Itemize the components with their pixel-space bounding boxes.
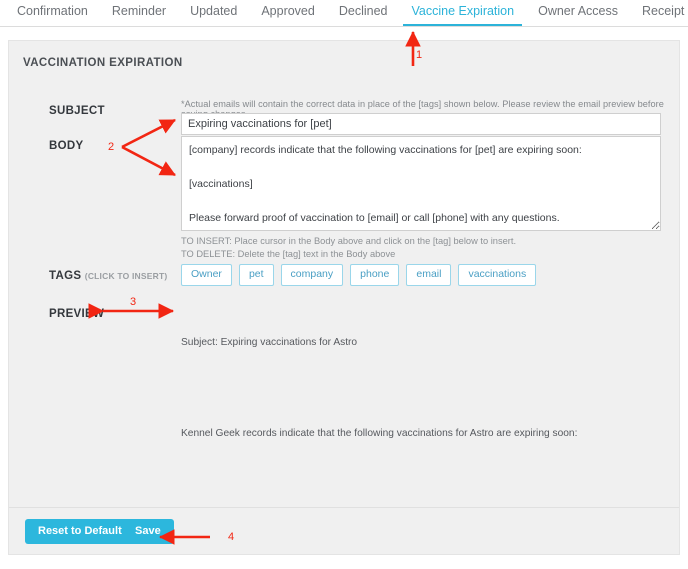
tags-label-hint: (CLICK TO INSERT): [84, 271, 168, 281]
body-instruction-insert: TO INSERT: Place cursor in the Body abov…: [181, 236, 517, 246]
preview-spacer: [181, 383, 659, 394]
annotation-1-number: 1: [416, 49, 423, 61]
save-button[interactable]: Save: [122, 519, 174, 544]
tags-label-text: TAGS: [49, 270, 82, 282]
panel-footer: Reset to Default Save: [9, 507, 679, 554]
body-label: BODY: [49, 140, 84, 152]
preview-spacer: [181, 474, 659, 485]
tab-declined[interactable]: Declined: [328, 0, 399, 25]
tag-owner[interactable]: Owner: [181, 264, 232, 286]
tab-receipt[interactable]: Receipt: [631, 0, 688, 25]
page-title: VACCINATION EXPIRATION: [23, 57, 183, 69]
tag-email[interactable]: email: [406, 264, 452, 286]
annotation-4-number: 4: [228, 531, 235, 543]
tag-company[interactable]: company: [280, 264, 344, 286]
annotation-2-number: 2: [108, 141, 115, 153]
subject-label: SUBJECT: [49, 105, 105, 117]
tag-list: Owner pet company phone email vaccinatio…: [181, 264, 537, 286]
annotation-3-number: 3: [130, 296, 137, 308]
reset-to-default-button[interactable]: Reset to Default: [25, 519, 135, 544]
body-textarea[interactable]: [company] records indicate that the foll…: [181, 136, 661, 231]
email-preview: Subject: Expiring vaccinations for Astro…: [181, 303, 659, 498]
preview-intro-line: Kennel Geek records indicate that the fo…: [181, 428, 578, 439]
body-instruction-delete: TO DELETE: Delete the [tag] text in the …: [181, 249, 396, 259]
tag-phone[interactable]: phone: [350, 264, 400, 286]
tab-updated[interactable]: Updated: [179, 0, 248, 25]
preview-subject-line: Subject: Expiring vaccinations for Astro: [181, 337, 358, 348]
tag-pet[interactable]: pet: [238, 264, 274, 286]
tab-confirmation[interactable]: Confirmation: [6, 0, 99, 25]
tab-bar: Confirmation Reminder Updated Approved D…: [0, 0, 688, 27]
subject-input[interactable]: [181, 113, 661, 135]
tab-vaccine-expiration[interactable]: Vaccine Expiration: [400, 0, 525, 26]
tab-owner-access[interactable]: Owner Access: [527, 0, 629, 25]
tab-reminder[interactable]: Reminder: [101, 0, 177, 25]
tag-vaccinations[interactable]: vaccinations: [458, 264, 537, 286]
preview-label: PREVIEW: [49, 308, 105, 320]
tab-approved[interactable]: Approved: [250, 0, 326, 25]
vaccination-expiration-panel: VACCINATION EXPIRATION SUBJECT *Actual e…: [8, 40, 680, 555]
tags-label: TAGS (CLICK TO INSERT): [49, 270, 167, 282]
